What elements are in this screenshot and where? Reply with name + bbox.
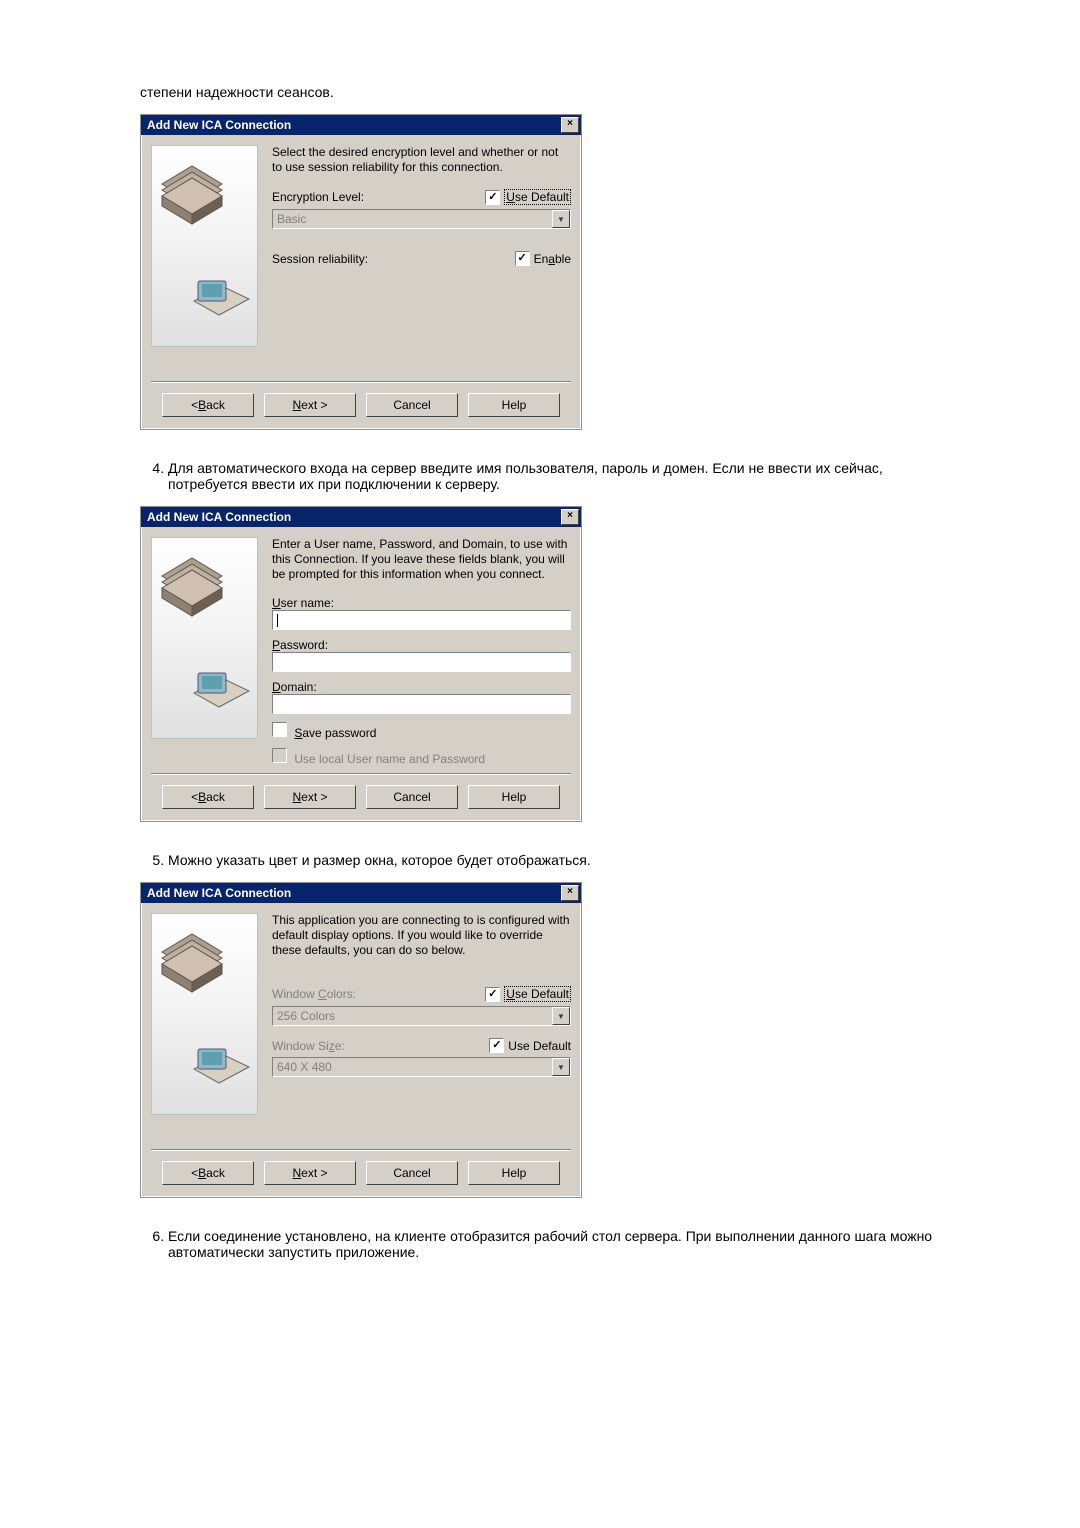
dialog-intro: Select the desired encryption level and … [272, 145, 571, 175]
next-button[interactable]: Next > [264, 393, 356, 417]
chevron-down-icon: ▼ [552, 210, 570, 228]
cancel-button[interactable]: Cancel [366, 1161, 458, 1185]
checkbox-icon [515, 251, 530, 266]
checkbox-icon [272, 722, 287, 737]
next-button[interactable]: Next > [264, 1161, 356, 1185]
wizard-graphic [151, 145, 258, 347]
window-size-label: Window Size: [272, 1039, 489, 1053]
save-password-checkbox[interactable]: Save password [272, 722, 571, 740]
close-button[interactable]: × [561, 509, 579, 525]
window-size-select: 640 X 480 ▼ [272, 1057, 571, 1077]
username-input[interactable] [272, 610, 571, 630]
back-button[interactable]: < Back [162, 785, 254, 809]
dialog-intro: This application you are connecting to i… [272, 913, 571, 958]
help-button[interactable]: Help [468, 785, 560, 809]
window-colors-label: Window Colors: [272, 987, 485, 1001]
dialog-display-options: Add New ICA Connection × [140, 882, 582, 1198]
checkbox-icon [485, 190, 500, 205]
next-button[interactable]: Next > [264, 785, 356, 809]
password-input[interactable] [272, 652, 571, 672]
cancel-button[interactable]: Cancel [366, 785, 458, 809]
back-button[interactable]: < Back [162, 1161, 254, 1185]
dialog-credentials: Add New ICA Connection × [140, 506, 582, 822]
wizard-graphic [151, 537, 258, 739]
encryption-level-select: Basic ▼ [272, 209, 571, 229]
use-default-size-checkbox[interactable]: Use Default [489, 1038, 571, 1053]
checkbox-icon [485, 987, 500, 1002]
enable-session-reliability-checkbox[interactable]: Enable [515, 251, 571, 266]
checkbox-icon [489, 1038, 504, 1053]
cancel-button[interactable]: Cancel [366, 393, 458, 417]
step-4-text: Для автоматического входа на сервер введ… [168, 460, 940, 492]
step-5-text: Можно указать цвет и размер окна, которо… [168, 852, 940, 868]
dialog-title: Add New ICA Connection [147, 118, 291, 132]
username-label: User name: [272, 596, 334, 610]
titlebar: Add New ICA Connection × [141, 115, 581, 135]
use-local-credentials-checkbox: Use local User name and Password [272, 748, 571, 766]
window-colors-select: 256 Colors ▼ [272, 1006, 571, 1026]
close-button[interactable]: × [561, 885, 579, 901]
dialog-title: Add New ICA Connection [147, 886, 291, 900]
titlebar: Add New ICA Connection × [141, 507, 581, 527]
domain-input[interactable] [272, 694, 571, 714]
dialog-intro: Enter a User name, Password, and Domain,… [272, 537, 571, 582]
close-button[interactable]: × [561, 117, 579, 133]
step-6-text: Если соединение установлено, на клиенте … [168, 1228, 940, 1260]
session-reliability-label: Session reliability: [272, 252, 515, 266]
help-button[interactable]: Help [468, 1161, 560, 1185]
help-button[interactable]: Help [468, 393, 560, 417]
dialog-encryption: Add New ICA Connection × [140, 114, 582, 430]
chevron-down-icon: ▼ [552, 1007, 570, 1025]
domain-label: Domain: [272, 680, 317, 694]
intro-text: степени надежности сеансов. [140, 84, 940, 100]
back-button[interactable]: < Back [162, 393, 254, 417]
wizard-graphic [151, 913, 258, 1115]
use-default-encryption-checkbox[interactable]: Use Default [485, 189, 571, 205]
checkbox-icon [272, 748, 287, 763]
chevron-down-icon: ▼ [552, 1058, 570, 1076]
titlebar: Add New ICA Connection × [141, 883, 581, 903]
use-default-colors-checkbox[interactable]: Use Default [485, 986, 571, 1002]
encryption-level-label: Encryption Level: [272, 190, 485, 204]
dialog-title: Add New ICA Connection [147, 510, 291, 524]
password-label: Password: [272, 638, 328, 652]
